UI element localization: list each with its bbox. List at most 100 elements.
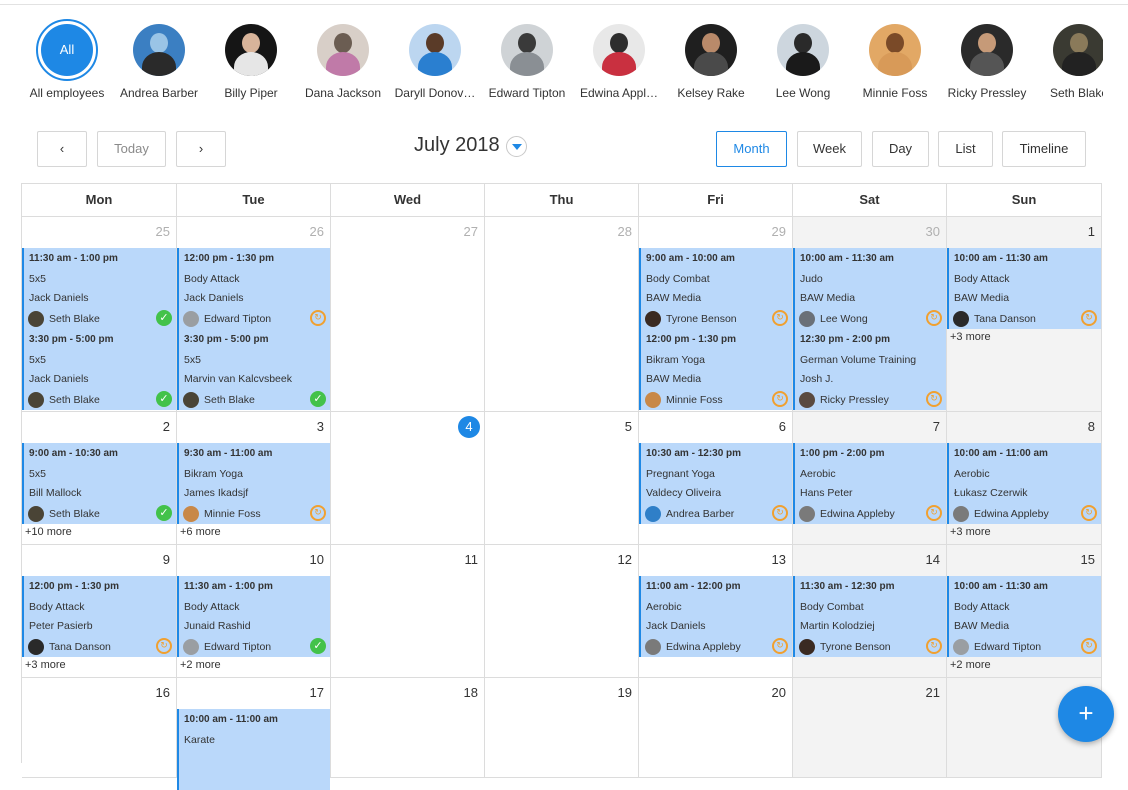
- more-events-link[interactable]: +10 more: [25, 526, 72, 538]
- day-number[interactable]: 20: [772, 685, 786, 700]
- prev-month-button[interactable]: ‹: [37, 131, 87, 167]
- event-card[interactable]: 3:30 pm - 5:00 pm 5x5 Jack Daniels Seth Bla…: [22, 329, 176, 410]
- day-number[interactable]: 8: [1088, 419, 1095, 434]
- add-event-button[interactable]: +: [1058, 686, 1114, 742]
- more-events-link[interactable]: +2 more: [180, 659, 221, 671]
- day-cell[interactable]: 17 10:00 am - 11:00 am Karate: [177, 678, 331, 790]
- day-cell[interactable]: 25 11:30 am - 1:00 pm 5x5 Jack Daniels Seth …: [22, 217, 177, 412]
- day-number[interactable]: 21: [926, 685, 940, 700]
- day-cell[interactable]: 11: [331, 545, 485, 678]
- employee-filter-edwina-appl[interactable]: Edwina Appl…: [573, 18, 665, 100]
- day-number[interactable]: 12: [618, 552, 632, 567]
- event-card[interactable]: 9:30 am - 11:00 am Bikram Yoga James Ikads…: [177, 443, 330, 524]
- event-card[interactable]: 11:30 am - 1:00 pm 5x5 Jack Daniels Seth Bl…: [22, 248, 176, 329]
- day-number[interactable]: 15: [1081, 552, 1095, 567]
- day-cell[interactable]: 10 11:30 am - 1:00 pm Body Attack Junaid Ra…: [177, 545, 331, 678]
- day-cell[interactable]: 4: [331, 412, 485, 545]
- view-month-button[interactable]: Month: [716, 131, 787, 167]
- employee-filter-seth-blake[interactable]: Seth Blake: [1033, 18, 1103, 100]
- day-cell[interactable]: 6 10:30 am - 12:30 pm Pregnant Yoga Valdecy…: [639, 412, 793, 545]
- day-number[interactable]: 14: [926, 552, 940, 567]
- more-events-link[interactable]: +6 more: [180, 526, 221, 538]
- employee-filter-lee-wong[interactable]: Lee Wong: [757, 18, 849, 100]
- view-list-button[interactable]: List: [938, 131, 993, 167]
- employee-filter-billy-piper[interactable]: Billy Piper: [205, 18, 297, 100]
- employee-filter-kelsey-rake[interactable]: Kelsey Rake: [665, 18, 757, 100]
- event-card[interactable]: 12:00 pm - 1:30 pm Body Attack Jack Daniel…: [177, 248, 330, 329]
- event-card[interactable]: 3:30 pm - 5:00 pm 5x5 Marvin van Kalcvsbee…: [177, 329, 330, 410]
- today-date-badge[interactable]: 4: [458, 416, 480, 438]
- day-number[interactable]: 2: [163, 419, 170, 434]
- event-card[interactable]: 9:00 am - 10:00 am Body Combat BAW Media Ty…: [639, 248, 792, 329]
- event-card[interactable]: 9:00 am - 10:30 am 5x5 Bill Mallock Seth Bl…: [22, 443, 176, 524]
- view-week-button[interactable]: Week: [797, 131, 862, 167]
- day-number[interactable]: 10: [310, 552, 324, 567]
- day-number[interactable]: 30: [926, 224, 940, 239]
- day-number[interactable]: 25: [156, 224, 170, 239]
- day-cell[interactable]: 20: [639, 678, 793, 778]
- event-card[interactable]: 10:00 am - 11:30 am Body Attack BAW Media E…: [947, 576, 1101, 657]
- event-card[interactable]: 12:30 pm - 2:00 pm German Volume Training…: [793, 329, 946, 410]
- event-card[interactable]: 11:30 am - 1:00 pm Body Attack Junaid Rash…: [177, 576, 330, 657]
- day-number[interactable]: 3: [317, 419, 324, 434]
- day-number[interactable]: 28: [618, 224, 632, 239]
- day-cell[interactable]: 21: [793, 678, 947, 778]
- day-number[interactable]: 6: [779, 419, 786, 434]
- day-cell[interactable]: 16: [22, 678, 177, 778]
- employee-filter-dana-jackson[interactable]: Dana Jackson: [297, 18, 389, 100]
- day-cell[interactable]: 29 9:00 am - 10:00 am Body Combat BAW Media…: [639, 217, 793, 412]
- view-timeline-button[interactable]: Timeline: [1002, 131, 1086, 167]
- day-cell[interactable]: 9 12:00 pm - 1:30 pm Body Attack Peter Pasi…: [22, 545, 177, 678]
- more-events-link[interactable]: +2 more: [950, 659, 991, 671]
- more-events-link[interactable]: +3 more: [950, 331, 991, 343]
- event-card[interactable]: 10:00 am - 11:30 am Judo BAW Media Lee Wong…: [793, 248, 946, 329]
- day-number[interactable]: 11: [465, 552, 479, 567]
- day-number[interactable]: 19: [618, 685, 632, 700]
- day-cell[interactable]: 26 12:00 pm - 1:30 pm Body Attack Jack Dani…: [177, 217, 331, 412]
- employee-filter-ricky-pressley[interactable]: Ricky Pressley: [941, 18, 1033, 100]
- day-number[interactable]: 27: [464, 224, 478, 239]
- day-cell[interactable]: 30 10:00 am - 11:30 am Judo BAW Media Lee Wo…: [793, 217, 947, 412]
- event-card[interactable]: 12:00 pm - 1:30 pm Body Attack Peter Pasie…: [22, 576, 176, 657]
- day-cell[interactable]: 5: [485, 412, 639, 545]
- day-number[interactable]: 1: [1088, 224, 1095, 239]
- day-cell[interactable]: 1 10:00 am - 11:30 am Body Attack BAW Media…: [947, 217, 1102, 412]
- day-number[interactable]: 26: [310, 224, 324, 239]
- day-number[interactable]: 9: [163, 552, 170, 567]
- day-cell[interactable]: 19: [485, 678, 639, 778]
- day-cell[interactable]: 27: [331, 217, 485, 412]
- more-events-link[interactable]: +3 more: [950, 526, 991, 538]
- event-card[interactable]: 10:00 am - 11:30 am Body Attack BAW Media T…: [947, 248, 1101, 329]
- period-dropdown-icon[interactable]: [506, 136, 527, 157]
- day-number[interactable]: 18: [464, 685, 478, 700]
- day-number[interactable]: 5: [625, 419, 632, 434]
- day-number[interactable]: 29: [772, 224, 786, 239]
- employee-filter-minnie-foss[interactable]: Minnie Foss: [849, 18, 941, 100]
- employee-filter-all-employees[interactable]: All All employees: [21, 18, 113, 100]
- event-card[interactable]: 11:00 am - 12:00 pm Aerobic Jack Daniels Ed…: [639, 576, 792, 657]
- today-button[interactable]: Today: [97, 131, 166, 167]
- day-number[interactable]: 7: [933, 419, 940, 434]
- employee-filter-daryll-donov[interactable]: Daryll Donov…: [389, 18, 481, 100]
- employee-filter-andrea-barber[interactable]: Andrea Barber: [113, 18, 205, 100]
- day-cell[interactable]: 14 11:30 am - 12:30 pm Body Combat Martin K…: [793, 545, 947, 678]
- event-card[interactable]: 1:00 pm - 2:00 pm Aerobic Hans Peter Edwina…: [793, 443, 946, 524]
- more-events-link[interactable]: +3 more: [25, 659, 66, 671]
- next-month-button[interactable]: ›: [176, 131, 226, 167]
- day-number[interactable]: 16: [156, 685, 170, 700]
- day-cell[interactable]: 13 11:00 am - 12:00 pm Aerobic Jack Daniels…: [639, 545, 793, 678]
- event-card[interactable]: 11:30 am - 12:30 pm Body Combat Martin Kol…: [793, 576, 946, 657]
- day-cell[interactable]: 15 10:00 am - 11:30 am Body Attack BAW Medi…: [947, 545, 1102, 678]
- day-number[interactable]: 13: [772, 552, 786, 567]
- event-card[interactable]: 12:00 pm - 1:30 pm Bikram Yoga BAW Media Mi…: [639, 329, 792, 410]
- day-number[interactable]: 17: [310, 685, 324, 700]
- day-cell[interactable]: 28: [485, 217, 639, 412]
- day-cell[interactable]: 12: [485, 545, 639, 678]
- event-card[interactable]: 10:00 am - 11:00 am Karate: [177, 709, 330, 790]
- event-card[interactable]: 10:30 am - 12:30 pm Pregnant Yoga Valdecy …: [639, 443, 792, 524]
- view-day-button[interactable]: Day: [872, 131, 929, 167]
- day-cell[interactable]: 7 1:00 pm - 2:00 pm Aerobic Hans Peter Edwin…: [793, 412, 947, 545]
- day-cell[interactable]: 8 10:00 am - 11:00 am Aerobic Łukasz Czerwi…: [947, 412, 1102, 545]
- day-cell[interactable]: 3 9:30 am - 11:00 am Bikram Yoga James Ikad…: [177, 412, 331, 545]
- employee-filter-edward-tipton[interactable]: Edward Tipton: [481, 18, 573, 100]
